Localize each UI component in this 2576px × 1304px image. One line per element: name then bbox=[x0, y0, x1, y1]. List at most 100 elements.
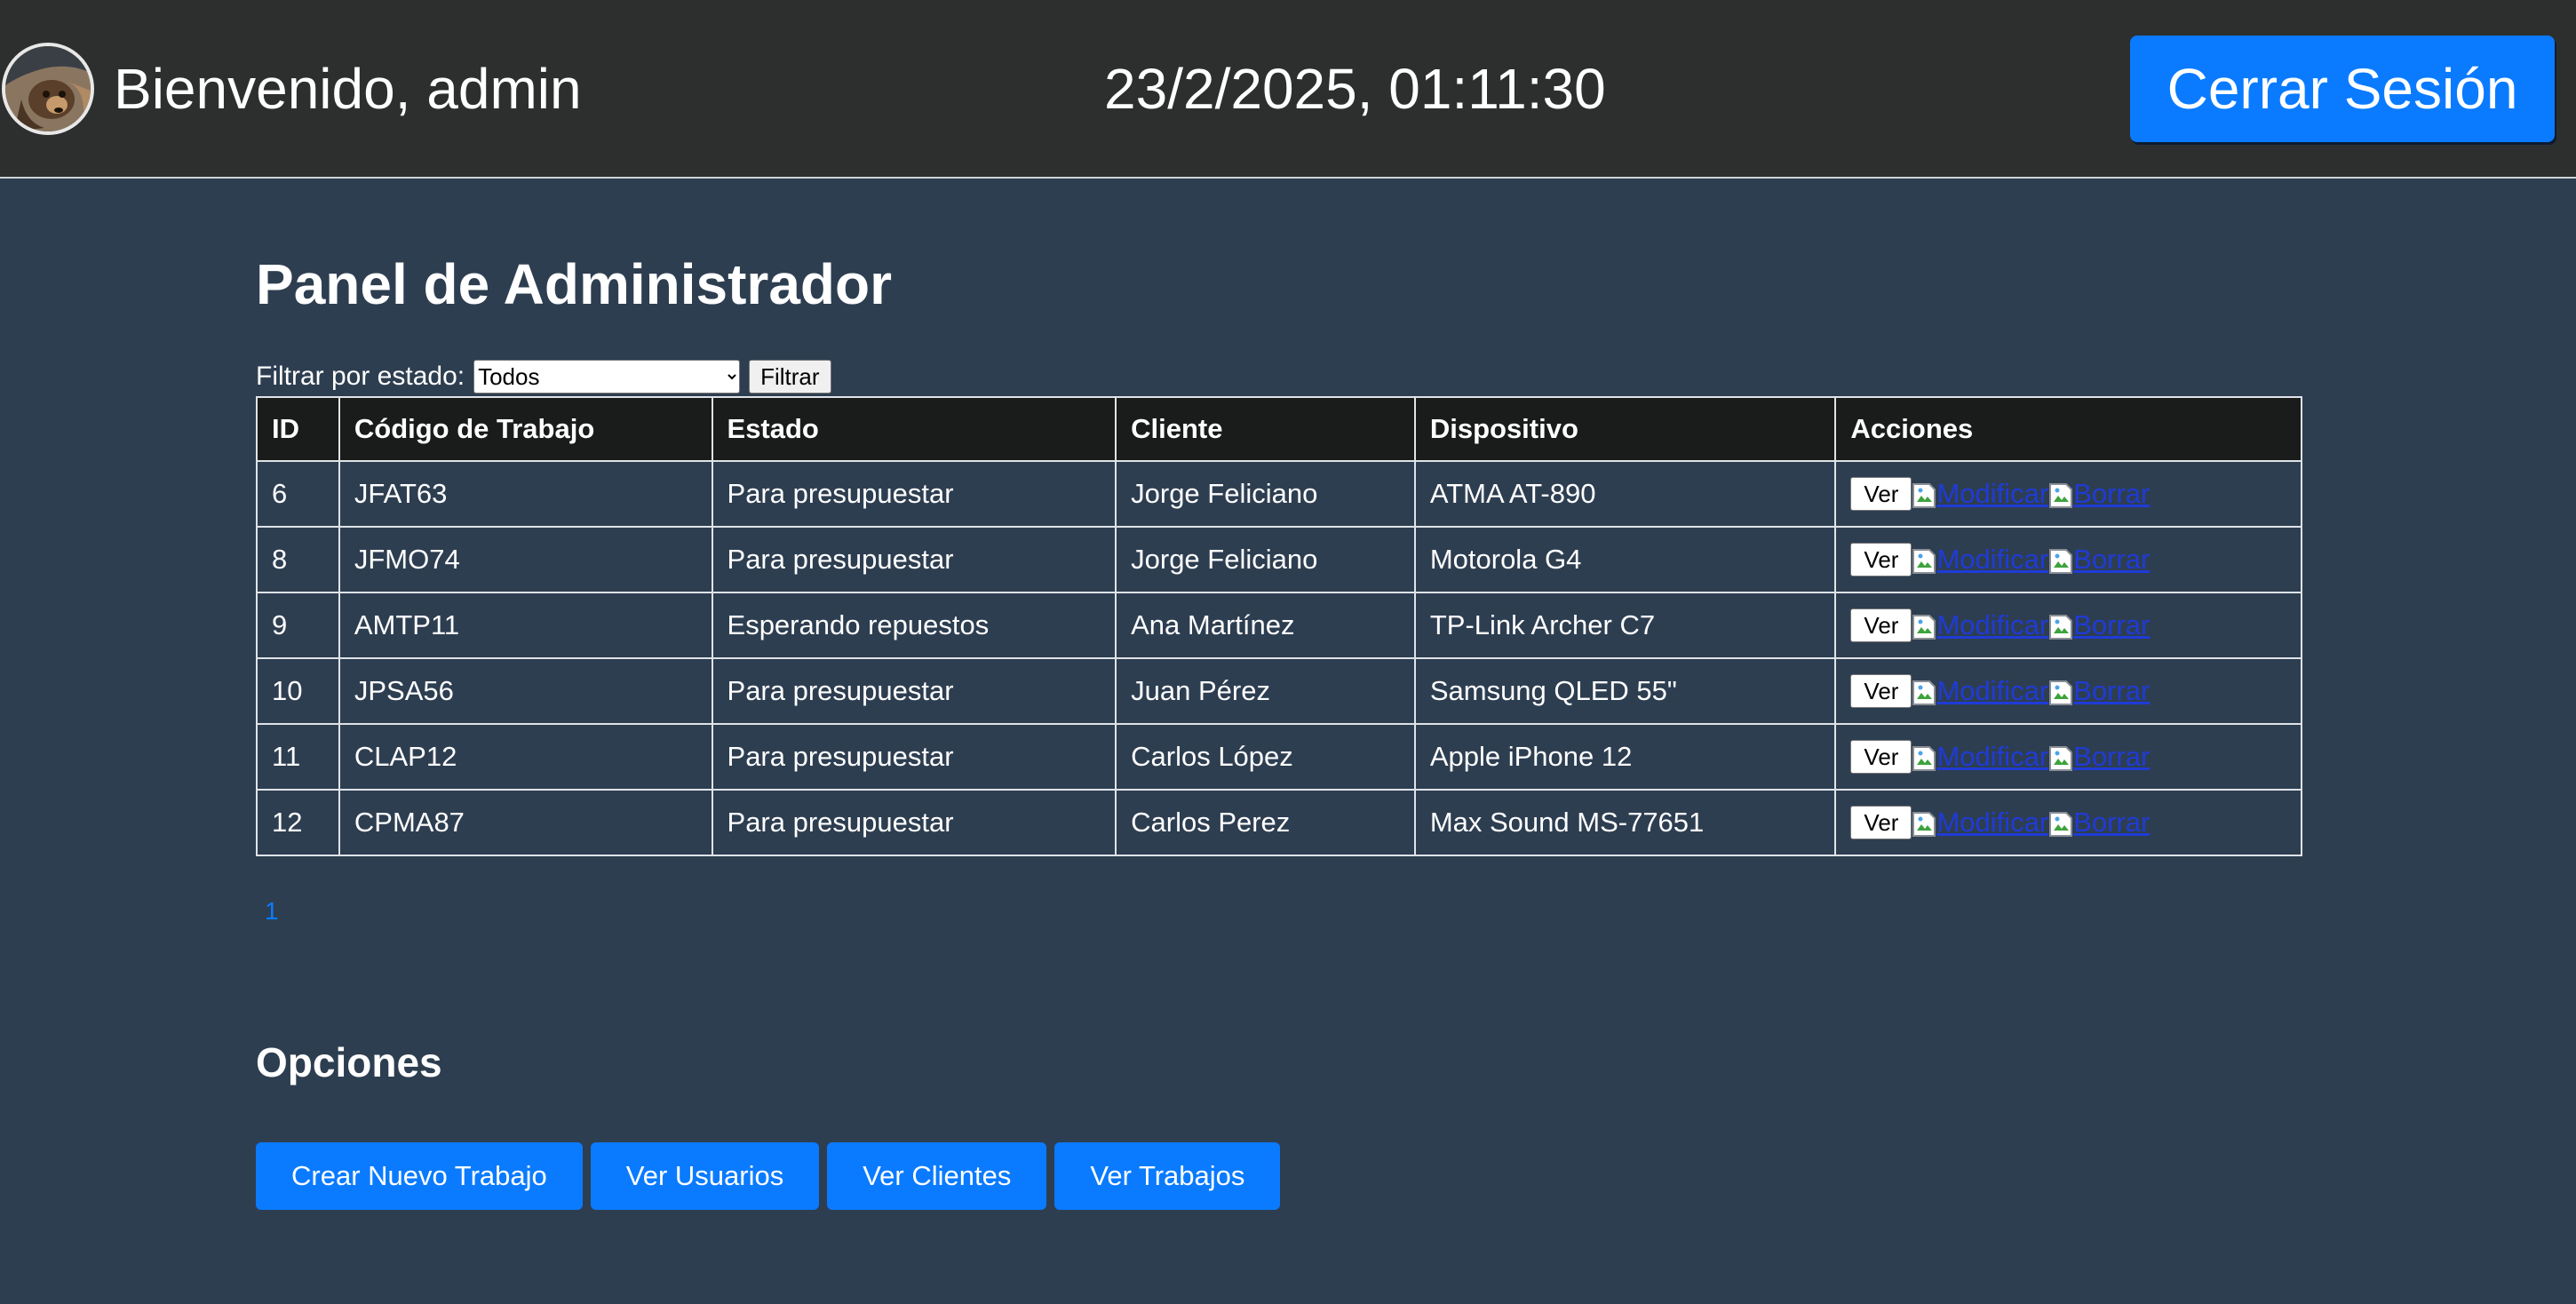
cell-code: CLAP12 bbox=[338, 723, 713, 791]
broken-image-icon bbox=[1912, 811, 1936, 838]
view-job-button[interactable]: Ver bbox=[1850, 543, 1912, 577]
cell-actions: Ver Modificar Borrar bbox=[1834, 657, 2302, 725]
jobs-table: ID Código de Trabajo Estado Cliente Disp… bbox=[256, 396, 2302, 856]
cell-code: CPMA87 bbox=[338, 789, 713, 856]
welcome-message: Bienvenido, admin bbox=[114, 57, 582, 121]
cell-status: Esperando repuestos bbox=[711, 592, 1117, 659]
delete-job-link[interactable]: Borrar bbox=[2048, 807, 2150, 838]
view-job-button[interactable]: Ver bbox=[1850, 608, 1912, 643]
cell-device: TP-Link Archer C7 bbox=[1413, 592, 1837, 659]
delete-link-label: Borrar bbox=[2073, 807, 2151, 839]
view-jobs-button[interactable]: Ver Trabajos bbox=[1054, 1142, 1281, 1210]
cell-actions: Ver Modificar Borrar bbox=[1834, 460, 2302, 528]
column-header-id: ID bbox=[256, 396, 340, 462]
delete-job-link[interactable]: Borrar bbox=[2048, 741, 2150, 772]
modify-job-link[interactable]: Modificar bbox=[1912, 544, 2048, 575]
status-filter: Filtrar por estado: Todos Filtrar bbox=[256, 359, 831, 394]
delete-job-link[interactable]: Borrar bbox=[2048, 609, 2150, 640]
table-row: 10 JPSA56 Para presupuestar Juan Pérez Samsu… bbox=[256, 657, 2302, 725]
broken-image-icon bbox=[2048, 548, 2073, 575]
logout-button[interactable]: Cerrar Sesión bbox=[2130, 36, 2555, 142]
cell-id: 12 bbox=[256, 789, 340, 856]
modify-job-link[interactable]: Modificar bbox=[1912, 478, 2048, 509]
delete-link-label: Borrar bbox=[2073, 478, 2151, 510]
cell-code: AMTP11 bbox=[338, 592, 713, 659]
broken-image-icon bbox=[2048, 745, 2073, 772]
modify-job-link[interactable]: Modificar bbox=[1912, 609, 2048, 640]
table-row: 8 JFMO74 Para presupuestar Jorge Feliciano M… bbox=[256, 526, 2302, 593]
table-row: 9 AMTP11 Esperando repuestos Ana Martínez TP… bbox=[256, 592, 2302, 659]
cell-id: 8 bbox=[256, 526, 340, 593]
broken-image-icon bbox=[2048, 614, 2073, 640]
cell-status: Para presupuestar bbox=[711, 460, 1117, 528]
view-job-button[interactable]: Ver bbox=[1850, 674, 1912, 709]
column-header-client: Cliente bbox=[1115, 396, 1416, 462]
cell-actions: Ver Modificar Borrar bbox=[1834, 526, 2302, 593]
column-header-code: Código de Trabajo bbox=[338, 396, 713, 462]
view-clients-button[interactable]: Ver Clientes bbox=[827, 1142, 1047, 1210]
column-header-status: Estado bbox=[711, 396, 1117, 462]
modify-link-label: Modificar bbox=[1936, 807, 2049, 839]
delete-link-label: Borrar bbox=[2073, 741, 2151, 773]
top-bar: Bienvenido, admin 23/2/2025, 01:11:30 Ce… bbox=[0, 0, 2576, 179]
view-job-button[interactable]: Ver bbox=[1850, 740, 1912, 775]
cell-client: Juan Pérez bbox=[1115, 657, 1416, 725]
view-users-button[interactable]: Ver Usuarios bbox=[590, 1142, 820, 1210]
broken-image-icon bbox=[1912, 680, 1936, 706]
cell-id: 10 bbox=[256, 657, 340, 725]
filter-button[interactable]: Filtrar bbox=[749, 360, 831, 394]
broken-image-icon bbox=[2048, 482, 2073, 509]
avatar-photo-icon bbox=[5, 46, 91, 131]
delete-link-label: Borrar bbox=[2073, 609, 2151, 641]
pagination: 1 bbox=[265, 897, 279, 926]
delete-job-link[interactable]: Borrar bbox=[2048, 675, 2150, 706]
modify-link-label: Modificar bbox=[1936, 675, 2049, 707]
delete-link-label: Borrar bbox=[2073, 544, 2151, 576]
view-job-button[interactable]: Ver bbox=[1850, 806, 1912, 840]
page-link-1[interactable]: 1 bbox=[265, 897, 279, 925]
modify-link-label: Modificar bbox=[1936, 741, 2049, 773]
options-title: Opciones bbox=[256, 1039, 442, 1085]
delete-job-link[interactable]: Borrar bbox=[2048, 544, 2150, 575]
cell-code: JFAT63 bbox=[338, 460, 713, 528]
view-job-button[interactable]: Ver bbox=[1850, 477, 1912, 512]
page-title: Panel de Administrador bbox=[256, 252, 892, 316]
cell-id: 11 bbox=[256, 723, 340, 791]
cell-client: Ana Martínez bbox=[1115, 592, 1416, 659]
broken-image-icon bbox=[2048, 811, 2073, 838]
cell-client: Carlos Perez bbox=[1115, 789, 1416, 856]
cell-id: 9 bbox=[256, 592, 340, 659]
create-job-button[interactable]: Crear Nuevo Trabajo bbox=[256, 1142, 583, 1210]
delete-link-label: Borrar bbox=[2073, 675, 2151, 707]
cell-status: Para presupuestar bbox=[711, 657, 1117, 725]
modify-link-label: Modificar bbox=[1936, 478, 2049, 510]
broken-image-icon bbox=[2048, 680, 2073, 706]
modify-job-link[interactable]: Modificar bbox=[1912, 675, 2048, 706]
cell-code: JPSA56 bbox=[338, 657, 713, 725]
modify-job-link[interactable]: Modificar bbox=[1912, 741, 2048, 772]
column-header-actions: Acciones bbox=[1834, 396, 2302, 462]
cell-id: 6 bbox=[256, 460, 340, 528]
modify-link-label: Modificar bbox=[1936, 609, 2049, 641]
cell-actions: Ver Modificar Borrar bbox=[1834, 789, 2302, 856]
column-header-device: Dispositivo bbox=[1413, 396, 1837, 462]
filter-label: Filtrar por estado: bbox=[256, 362, 465, 391]
cell-status: Para presupuestar bbox=[711, 789, 1117, 856]
cell-status: Para presupuestar bbox=[711, 723, 1117, 791]
delete-job-link[interactable]: Borrar bbox=[2048, 478, 2150, 509]
cell-device: Samsung QLED 55" bbox=[1413, 657, 1837, 725]
cell-client: Carlos López bbox=[1115, 723, 1416, 791]
broken-image-icon bbox=[1912, 614, 1936, 640]
cell-actions: Ver Modificar Borrar bbox=[1834, 723, 2302, 791]
modify-job-link[interactable]: Modificar bbox=[1912, 807, 2048, 838]
cell-device: Apple iPhone 12 bbox=[1413, 723, 1837, 791]
broken-image-icon bbox=[1912, 482, 1936, 509]
status-filter-select[interactable]: Todos bbox=[473, 360, 741, 394]
cell-client: Jorge Feliciano bbox=[1115, 526, 1416, 593]
datetime-display: 23/2/2025, 01:11:30 bbox=[1104, 57, 1606, 121]
table-row: 12 CPMA87 Para presupuestar Carlos Perez Max… bbox=[256, 789, 2302, 856]
cell-status: Para presupuestar bbox=[711, 526, 1117, 593]
table-row: 6 JFAT63 Para presupuestar Jorge Feliciano A… bbox=[256, 460, 2302, 528]
table-row: 11 CLAP12 Para presupuestar Carlos López App… bbox=[256, 723, 2302, 791]
cell-client: Jorge Feliciano bbox=[1115, 460, 1416, 528]
